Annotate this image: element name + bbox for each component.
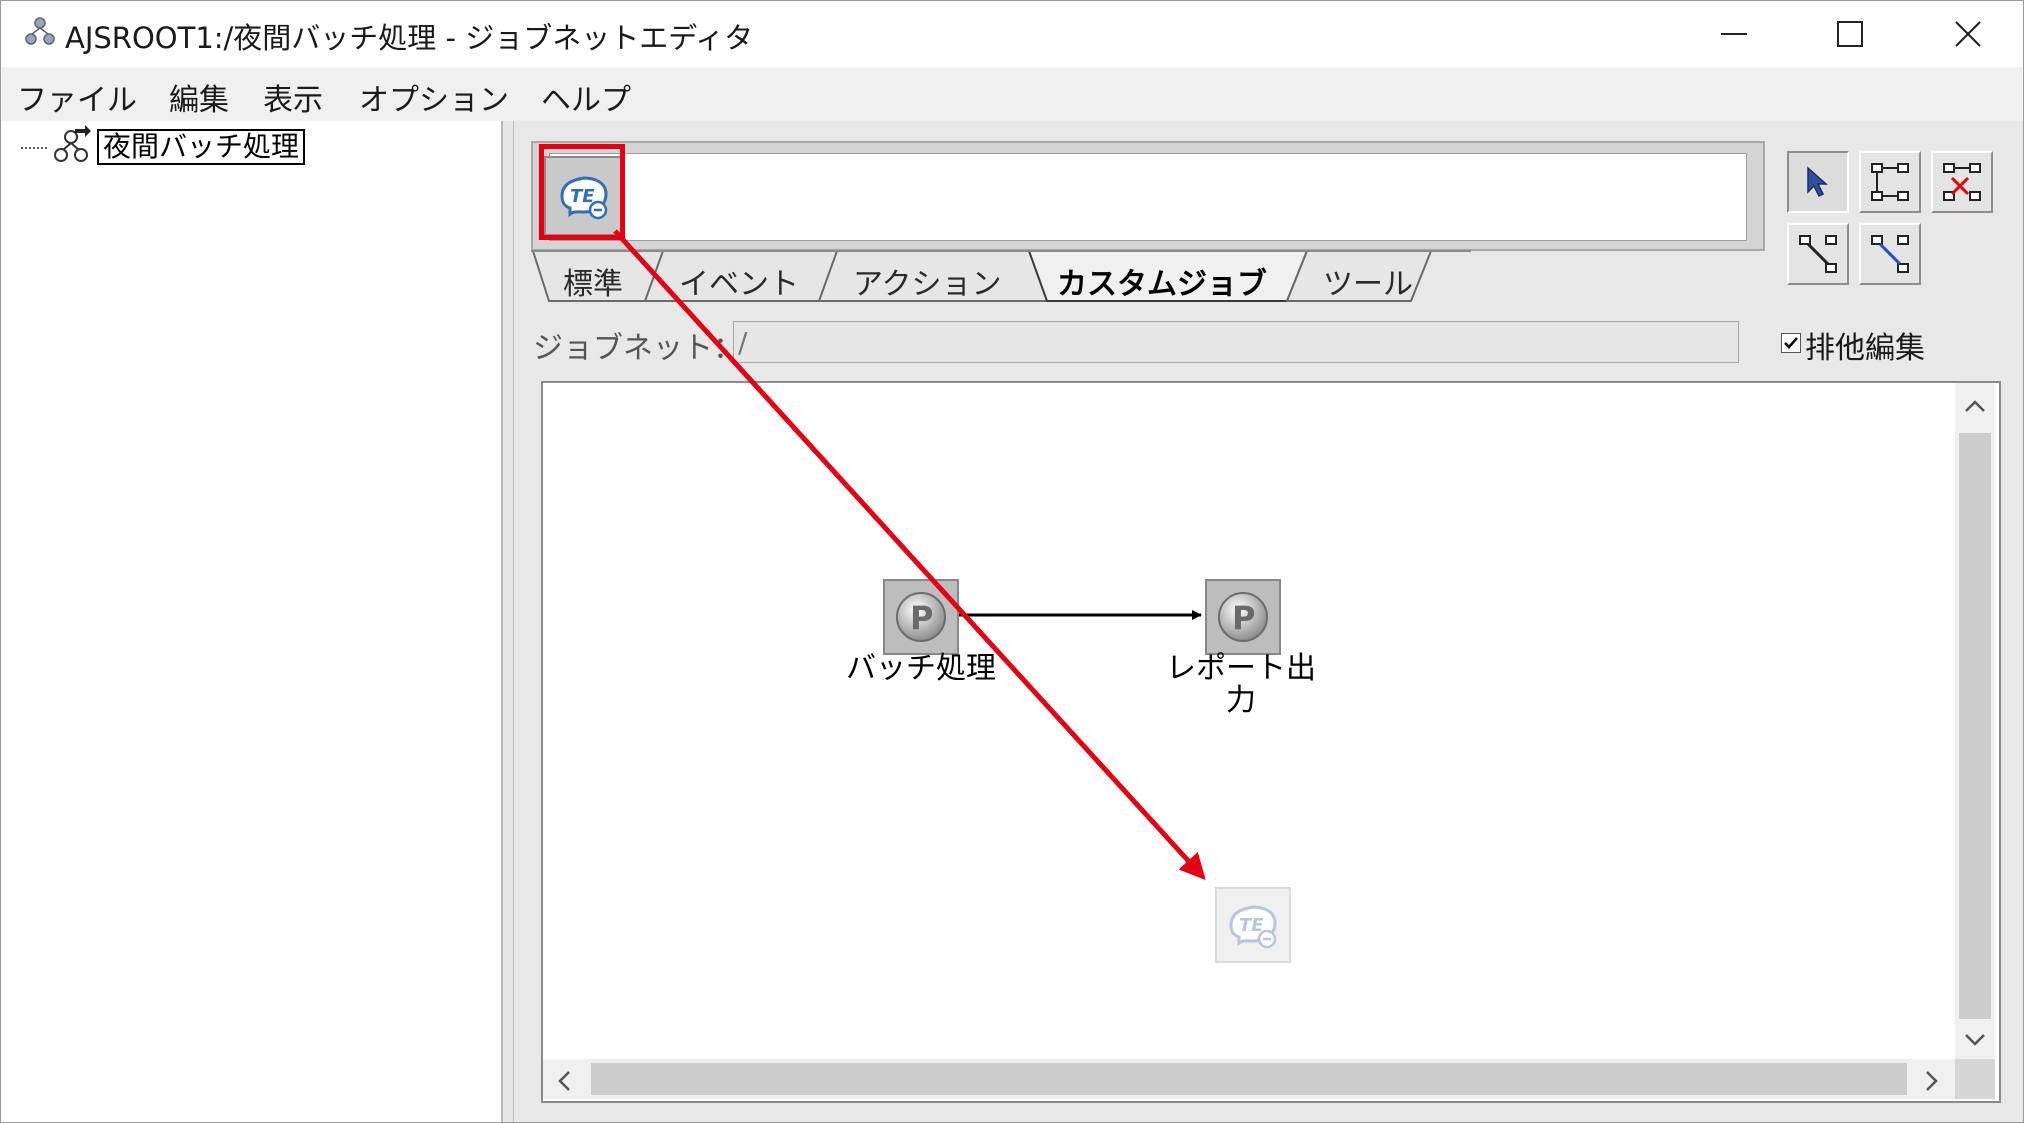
disconnect-tool-button[interactable]	[1931, 151, 1993, 213]
custom-job-te-icon: TE	[1229, 905, 1277, 949]
jobnet-app-icon	[25, 17, 55, 45]
menu-bar: ファイル 編集 表示 オプション ヘルプ	[1, 67, 2023, 121]
svg-text:P: P	[910, 599, 933, 637]
horizontal-scroll-thumb[interactable]	[591, 1063, 1907, 1095]
job-icon-report[interactable]: P	[1205, 579, 1281, 655]
scroll-right-icon[interactable]	[1923, 1069, 1941, 1093]
blue-diagonal-link-icon	[1871, 235, 1909, 273]
close-icon	[1955, 21, 1981, 47]
maximize-icon	[1837, 21, 1863, 47]
select-tool-button[interactable]	[1787, 151, 1849, 213]
tab-custom-job[interactable]: カスタムジョブ	[1057, 259, 1267, 303]
jobnet-tree-pane	[1, 121, 503, 1122]
palette-item-highlight	[539, 144, 625, 240]
scroll-up-icon[interactable]	[1963, 397, 1987, 415]
tree-node-root-jobnet[interactable]: 夜間バッチ処理	[97, 129, 306, 165]
jobnet-map-area[interactable]	[541, 381, 2001, 1103]
menu-help[interactable]: ヘルプ	[541, 75, 631, 119]
vertical-scroll-thumb[interactable]	[1959, 433, 1991, 1019]
jobnet-editor-window: AJSROOT1:/夜間バッチ処理 - ジョブネットエディタ ファイル 編集 表…	[0, 0, 2024, 1123]
connect-tool-button[interactable]	[1859, 151, 1921, 213]
exclusive-edit-checkbox[interactable]	[1781, 333, 1801, 353]
job-label-batch: バッチ処理	[846, 651, 996, 686]
scroll-left-icon[interactable]	[555, 1069, 573, 1093]
pc-job-p-icon: P	[1218, 592, 1268, 642]
arrow-pointer-icon	[1807, 166, 1828, 198]
exclusive-edit-label[interactable]: 排他編集	[1805, 323, 1925, 367]
menu-option[interactable]: オプション	[359, 75, 509, 119]
tab-action[interactable]: アクション	[853, 259, 1002, 303]
palette-icon-strip	[549, 153, 1747, 241]
tab-standard[interactable]: 標準	[563, 259, 623, 303]
tree-connector-line	[21, 147, 47, 149]
jobnet-path-label: ジョブネット：	[533, 331, 743, 366]
close-button[interactable]	[1923, 1, 2013, 67]
window-title: AJSROOT1:/夜間バッチ処理 - ジョブネットエディタ	[65, 21, 754, 55]
jobnet-path-field: /	[733, 321, 1739, 363]
relation-delete-icon	[1943, 163, 1981, 201]
title-bar: AJSROOT1:/夜間バッチ処理 - ジョブネットエディタ	[1, 1, 2023, 67]
scroll-down-icon[interactable]	[1963, 1031, 1987, 1049]
menu-edit[interactable]: 編集	[169, 75, 229, 119]
tab-event[interactable]: イベント	[679, 259, 799, 303]
jobnet-tree-icon[interactable]	[51, 125, 91, 165]
scrollbar-corner	[1955, 1059, 1995, 1099]
menu-file[interactable]: ファイル	[17, 75, 137, 119]
dragged-custom-job-preview: TE	[1215, 887, 1291, 963]
pane-splitter[interactable]	[503, 121, 514, 1122]
judgment-link-tool-button[interactable]	[1859, 223, 1921, 285]
job-label-report: レポート出力	[1166, 651, 1316, 718]
minimize-icon	[1721, 33, 1747, 35]
line-draw-tool-button[interactable]	[1787, 223, 1849, 285]
menu-view[interactable]: 表示	[263, 75, 323, 119]
pc-job-p-icon: P	[896, 592, 946, 642]
checkmark-icon	[1784, 337, 1798, 349]
job-icon-batch[interactable]: P	[883, 579, 959, 655]
tab-tool[interactable]: ツール	[1323, 259, 1413, 303]
svg-text:P: P	[1232, 599, 1255, 637]
diagonal-link-icon	[1799, 235, 1837, 273]
maximize-button[interactable]	[1805, 1, 1895, 67]
relation-connect-icon	[1871, 163, 1909, 201]
minimize-button[interactable]	[1689, 1, 1779, 67]
